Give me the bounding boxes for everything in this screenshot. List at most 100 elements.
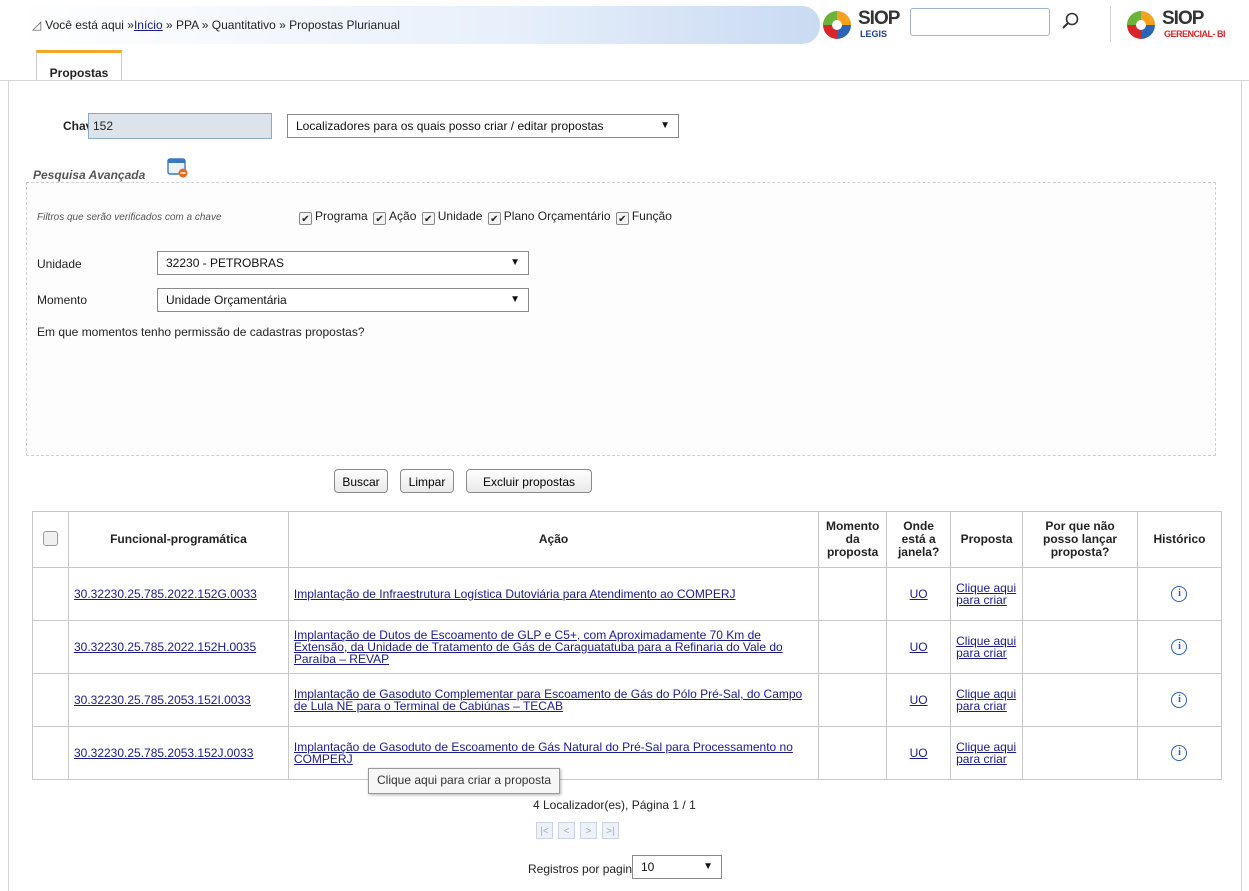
siop-legis-logo[interactable]: SIOP LEGIS [820,6,910,42]
localizadores-select[interactable]: Localizadores para os quais posso criar … [287,114,679,138]
table-header-row: Funcional-programática Ação Momento da p… [32,511,1223,568]
siop-legis-name: SIOP [858,8,900,29]
table-row: 30.32230.25.785.2022.152G.0033 Implantaç… [32,567,1223,621]
table-row: 30.32230.25.785.2053.152I.0033 Implantaç… [32,673,1223,727]
per-page-select-value: 10 [641,860,655,874]
filter-funcao-checkbox[interactable]: ✔ [615,212,629,225]
last-page-icon[interactable]: >| [602,822,619,839]
funcional-link[interactable]: 30.32230.25.785.2022.152G.0033 [74,587,257,601]
chevron-down-icon: ▼ [703,861,713,872]
filter-acao-checkbox[interactable]: ✔ [373,212,387,225]
funcional-cell: 30.32230.25.785.2053.152J.0033 [67,726,289,780]
onde-link[interactable]: UO [910,587,928,601]
siop-gerencial-logo[interactable]: SIOP GERENCIAL- BI [1124,6,1249,42]
funcional-link[interactable]: 30.32230.25.785.2022.152H.0035 [74,640,256,654]
acao-link[interactable]: Implantação de Gasoduto Complementar par… [294,687,802,713]
advanced-search-toggle-icon[interactable] [167,157,189,179]
filter-programa-checkbox[interactable]: ✔ [299,212,312,225]
funcional-link[interactable]: 30.32230.25.785.2053.152I.0033 [74,693,251,707]
historico-cell: i [1136,567,1223,621]
permission-help-text: Em que momentos tenho permissão de cadas… [37,325,365,339]
pagination-nav: |< < > >| [536,822,624,839]
per-page-select[interactable]: 10 ▼ [632,855,722,879]
acao-cell: Implantação de Dutos de Escoamento de GL… [287,620,820,674]
acao-link[interactable]: Implantação de Dutos de Escoamento de GL… [294,628,783,666]
momento-select[interactable]: Unidade Orçamentária ▼ [157,288,529,312]
prev-page-icon[interactable]: < [558,822,575,839]
proposta-cell: Clique aqui para criar [950,567,1024,621]
filter-plano-orcamentario-checkbox[interactable]: ✔ [487,212,501,225]
header-proposta: Proposta [950,511,1024,568]
funcional-link[interactable]: 30.32230.25.785.2053.152J.0033 [74,746,254,760]
onde-cell: UO [886,726,952,780]
select-all-header [32,511,69,568]
chevron-down-icon: ▼ [510,257,520,268]
header-porque: Por que não posso lançar proposta? [1022,511,1138,568]
siop-gerencial-sub: GERENCIAL- BI [1164,29,1226,39]
search-icon[interactable] [1060,10,1082,32]
criar-proposta-link[interactable]: Clique aqui para criar [956,634,1016,660]
acao-link[interactable]: Implantação de Gasoduto de Escoamento de… [294,740,793,766]
criar-proposta-link[interactable]: Clique aqui para criar [956,687,1016,713]
breadcrumb-triangle-icon: ◿ [32,18,42,32]
table-row: 30.32230.25.785.2022.152H.0035 Implantaç… [32,620,1223,674]
proposta-cell: Clique aqui para criar [950,673,1024,727]
results-table: Funcional-programática Ação Momento da p… [32,511,1223,780]
momento-label: Momento [37,293,88,307]
info-icon[interactable]: i [1171,639,1188,655]
buscar-button[interactable]: Buscar [334,469,388,493]
chave-input[interactable]: 152 [88,113,272,139]
acao-cell: Implantação de Infraestrutura Logística … [287,567,820,621]
criar-proposta-tooltip: Clique aqui para criar a proposta [368,768,561,794]
filter-acao-label: Ação [389,209,417,223]
criar-proposta-link[interactable]: Clique aqui para criar [956,581,1016,607]
breadcrumb: ◿ Você está aqui »Início » PPA » Quantita… [32,18,400,32]
filter-plano-orcamentario-label: Plano Orçamentário [503,209,611,223]
criar-proposta-link[interactable]: Clique aqui para criar [956,740,1016,766]
historico-cell: i [1136,673,1223,727]
momento-select-value: Unidade Orçamentária [166,293,287,307]
row-select-cell [32,620,69,674]
table-row: 30.32230.25.785.2053.152J.0033 Implantaç… [32,726,1223,780]
next-page-icon[interactable]: > [580,822,597,839]
unidade-select[interactable]: 32230 - PETROBRAS ▼ [157,251,529,275]
breadcrumb-prefix: Você está aqui » [45,18,134,32]
header-momento: Momento da proposta [818,511,888,568]
acao-link[interactable]: Implantação de Infraestrutura Logística … [294,587,736,601]
onde-cell: UO [886,620,952,674]
breadcrumb-home-link[interactable]: Início [134,18,163,32]
filter-unidade-label: Unidade [437,209,483,223]
excluir-propostas-button[interactable]: Excluir propostas [466,469,592,493]
first-page-icon[interactable]: |< [536,822,553,839]
onde-link[interactable]: UO [910,693,928,707]
filter-programa-label: Programa [315,209,368,223]
porque-cell [1022,726,1138,780]
header-onde: Onde está a janela? [886,511,952,568]
info-icon[interactable]: i [1171,745,1188,761]
siop-swirl-icon [823,11,851,39]
search-input[interactable] [910,8,1050,36]
header-acao[interactable]: Ação [287,511,820,568]
advanced-search-title: Pesquisa Avançada [33,168,146,182]
siop-swirl-icon [1127,11,1155,39]
limpar-button[interactable]: Limpar [400,469,454,493]
funcional-cell: 30.32230.25.785.2022.152G.0033 [67,567,289,621]
momento-cell [818,620,888,674]
select-all-checkbox[interactable] [42,530,58,546]
porque-cell [1022,567,1138,621]
onde-link[interactable]: UO [910,640,928,654]
onde-link[interactable]: UO [910,746,928,760]
tab-propostas[interactable]: Propostas [36,50,122,80]
chevron-down-icon: ▼ [660,120,670,131]
proposta-cell: Clique aqui para criar [950,726,1024,780]
pagination-info: 4 Localizador(es), Página 1 / 1 [533,798,696,812]
row-select-cell [32,726,69,780]
header-funcional[interactable]: Funcional-programática [67,511,289,568]
header-historico: Histórico [1136,511,1223,568]
filter-unidade-checkbox[interactable]: ✔ [421,212,435,225]
acao-cell: Implantação de Gasoduto Complementar par… [287,673,820,727]
info-icon[interactable]: i [1171,586,1188,602]
info-icon[interactable]: i [1171,692,1188,708]
onde-cell: UO [886,567,952,621]
row-select-cell [32,567,69,621]
